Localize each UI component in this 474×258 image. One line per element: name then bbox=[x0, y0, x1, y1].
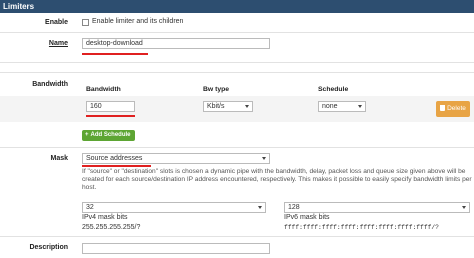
mask-label: Mask bbox=[50, 155, 68, 162]
name-input[interactable]: desktop-download bbox=[82, 38, 270, 49]
delete-button-label: Delete bbox=[447, 105, 466, 112]
enable-checkbox[interactable] bbox=[82, 19, 89, 26]
enable-label: Enable bbox=[45, 19, 68, 26]
mask-underline bbox=[82, 165, 151, 167]
bw-type-select[interactable]: Kbit/s bbox=[203, 101, 253, 112]
panel-title: Limiters bbox=[3, 2, 35, 11]
ipv6-mask-bits-value: 128 bbox=[288, 204, 300, 211]
ipv4-mask-bits-value: 32 bbox=[86, 204, 94, 211]
ipv4-mask-bits-label: IPv4 mask bits bbox=[82, 214, 128, 221]
bandwidth-underline bbox=[86, 115, 135, 117]
divider bbox=[0, 72, 474, 73]
ipv6-mask-bits-label: IPv6 mask bits bbox=[284, 214, 330, 221]
description-label: Description bbox=[29, 244, 68, 251]
ipv4-mask-value: 255.255.255.255/? bbox=[82, 224, 141, 231]
divider bbox=[0, 236, 474, 237]
trash-icon bbox=[440, 105, 446, 111]
column-header-schedule: Schedule bbox=[318, 86, 349, 93]
enable-checkbox-label[interactable]: Enable limiter and its children bbox=[92, 18, 183, 25]
bandwidth-input[interactable]: 160 bbox=[86, 101, 135, 112]
panel-header: Limiters bbox=[0, 0, 474, 13]
ipv6-mask-value: ffff:ffff:ffff:ffff:ffff:ffff:ffff:ffff/… bbox=[284, 224, 439, 231]
mask-help-text: If "source" or "destination" slots is ch… bbox=[82, 168, 472, 191]
column-header-bw-type: Bw type bbox=[203, 86, 230, 93]
delete-button[interactable]: Delete bbox=[436, 101, 470, 117]
bw-type-value: Kbit/s bbox=[207, 103, 225, 110]
column-header-bandwidth: Bandwidth bbox=[86, 86, 121, 93]
name-underline bbox=[82, 53, 148, 55]
plus-icon: + bbox=[85, 132, 89, 138]
add-schedule-button[interactable]: + Add Schedule bbox=[82, 130, 135, 141]
description-input[interactable] bbox=[82, 243, 270, 254]
add-schedule-label: Add Schedule bbox=[90, 132, 131, 138]
bandwidth-label: Bandwidth bbox=[32, 81, 68, 88]
schedule-value: none bbox=[322, 103, 338, 110]
divider bbox=[0, 32, 474, 33]
divider bbox=[0, 62, 474, 63]
ipv6-mask-bits-select[interactable]: 128 bbox=[284, 202, 470, 213]
divider bbox=[0, 147, 474, 148]
schedule-select[interactable]: none bbox=[318, 101, 366, 112]
mask-value: Source addresses bbox=[86, 155, 143, 162]
name-label: Name bbox=[48, 40, 68, 47]
ipv4-mask-bits-select[interactable]: 32 bbox=[82, 202, 266, 213]
mask-select[interactable]: Source addresses bbox=[82, 153, 270, 164]
